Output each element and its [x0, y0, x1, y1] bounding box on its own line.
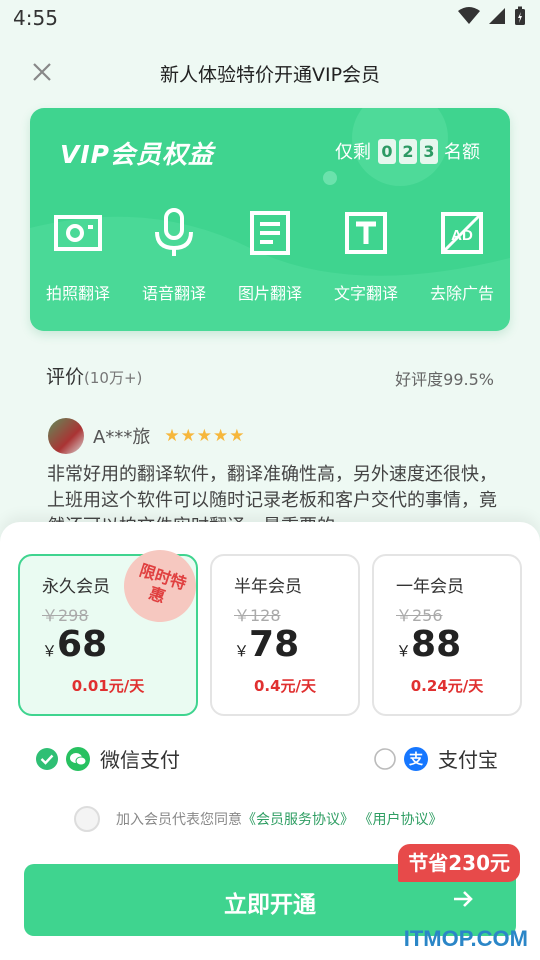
benefit-label: 文字翻译: [333, 284, 398, 303]
currency-symbol: ￥: [396, 642, 412, 660]
plan-old-price: ￥298: [42, 606, 89, 625]
savings-badge: 节省230元: [398, 844, 520, 882]
agreement-checkbox[interactable]: [74, 806, 100, 832]
microphone-icon: [155, 208, 193, 256]
signal-icon: [489, 8, 505, 24]
agreement-prefix: 加入会员代表您同意: [116, 812, 242, 828]
quota-prefix: 仅剩: [335, 142, 371, 163]
alipay-icon: 支: [404, 746, 428, 771]
remaining-quota: 仅剩 0 2 3 名额: [335, 138, 480, 164]
battery-icon: [515, 6, 525, 25]
plan-name: 半年会员: [234, 577, 302, 597]
no-ad-icon: AD: [441, 212, 483, 254]
reviews-rating: 好评度99.5%: [395, 370, 494, 389]
quota-digit: 0: [378, 138, 396, 164]
pay-label: 微信支付: [100, 748, 180, 772]
top-bar: 新人体验特价开通VIP会员: [0, 46, 540, 98]
svg-text:支: 支: [408, 751, 424, 768]
document-icon: [250, 211, 290, 255]
benefit-label: 拍照翻译: [45, 284, 110, 303]
checked-radio-icon: [36, 747, 58, 770]
plan-price: ￥78: [234, 624, 299, 665]
status-icons: [458, 6, 526, 26]
plan-one-year[interactable]: 一年会员 ￥256 ￥88 0.24元/天: [372, 554, 522, 716]
avatar: [48, 418, 84, 454]
plan-daily-price: 0.01元/天: [71, 677, 145, 695]
review-text: 非常好用的翻译软件，翻译准确性高，另外速度还很快，上班用这个软件可以随时记录老板…: [47, 464, 497, 524]
promo-badge-label: 限时特惠: [137, 560, 189, 607]
pay-option-alipay[interactable]: 支 支付宝: [374, 744, 498, 773]
service-agreement-link[interactable]: 《会员服务协议》: [242, 812, 354, 828]
benefit-label: 去除广告: [429, 284, 494, 303]
star-rating: ★★★★★: [164, 426, 246, 446]
activate-button-label: 立即开通: [224, 892, 316, 918]
benefit-text-translate: 文字翻译: [318, 208, 414, 304]
status-time: 4:55: [13, 6, 58, 30]
plan-old-price: ￥128: [234, 606, 281, 625]
arrow-right-icon: [454, 891, 473, 907]
plan-price-value: 78: [249, 624, 300, 665]
pay-label: 支付宝: [438, 748, 498, 772]
quota-digit: 2: [399, 138, 417, 164]
reviews-heading: 评价(10万+): [46, 362, 142, 389]
benefit-remove-ads: AD 去除广告: [414, 208, 510, 304]
quota-digit: 3: [420, 138, 438, 164]
page-title: 新人体验特价开通VIP会员: [159, 64, 381, 86]
plan-daily-price: 0.4元/天: [253, 677, 317, 695]
benefit-image-translate: 图片翻译: [222, 208, 318, 304]
unchecked-radio-icon: [374, 747, 396, 770]
camera-icon: [54, 215, 102, 251]
plan-old-price: ￥256: [396, 606, 443, 625]
plan-name: 永久会员: [42, 577, 110, 597]
benefit-label: 图片翻译: [237, 284, 302, 303]
user-agreement-link[interactable]: 《用户协议》: [358, 812, 442, 828]
plan-half-year[interactable]: 半年会员 ￥128 ￥78 0.4元/天: [210, 554, 360, 716]
plan-name: 一年会员: [396, 577, 464, 597]
promo-badge: 限时特惠: [114, 540, 206, 632]
vip-title: VIP会员权益: [60, 140, 214, 169]
benefit-label: 语音翻译: [141, 284, 206, 303]
pay-option-wechat[interactable]: 微信支付: [36, 744, 180, 773]
text-icon: [345, 212, 387, 254]
plan-daily-price: 0.24元/天: [410, 677, 484, 695]
purchase-panel: 永久会员 ￥298 ￥68 0.01元/天 限时特惠 半年会员 ￥128 ￥78…: [0, 522, 540, 960]
status-bar: 4:55: [0, 0, 540, 36]
vip-benefits-card: VIP会员权益 仅剩 0 2 3 名额 拍照翻译 语音翻译 图片翻译 文字翻译 …: [30, 108, 510, 331]
benefit-photo-translate: 拍照翻译: [30, 208, 126, 304]
agreement-text: 加入会员代表您同意《会员服务协议》 《用户协议》: [116, 809, 442, 829]
watermark: ITMOP.COM: [403, 926, 528, 951]
plan-price-value: 68: [57, 624, 108, 665]
benefit-list: 拍照翻译 语音翻译 图片翻译 文字翻译 AD 去除广告: [30, 208, 510, 304]
plan-price: ￥68: [42, 624, 107, 665]
plan-price-value: 88: [411, 624, 462, 665]
quota-suffix: 名额: [444, 142, 480, 163]
plan-price: ￥88: [396, 624, 461, 665]
wechat-icon: [66, 746, 90, 771]
reviews-count: (10万+): [84, 369, 143, 387]
reviewer-name: A***旅: [93, 427, 151, 448]
benefit-voice-translate: 语音翻译: [126, 208, 222, 304]
wifi-icon: [458, 7, 480, 24]
reviews-title: 评价: [46, 366, 85, 388]
currency-symbol: ￥: [234, 642, 250, 660]
review-author: A***旅 ★★★★★: [48, 418, 246, 454]
currency-symbol: ￥: [42, 642, 58, 660]
plan-lifetime[interactable]: 永久会员 ￥298 ￥68 0.01元/天 限时特惠: [18, 540, 206, 716]
agreement: 加入会员代表您同意《会员服务协议》 《用户协议》: [74, 806, 442, 832]
